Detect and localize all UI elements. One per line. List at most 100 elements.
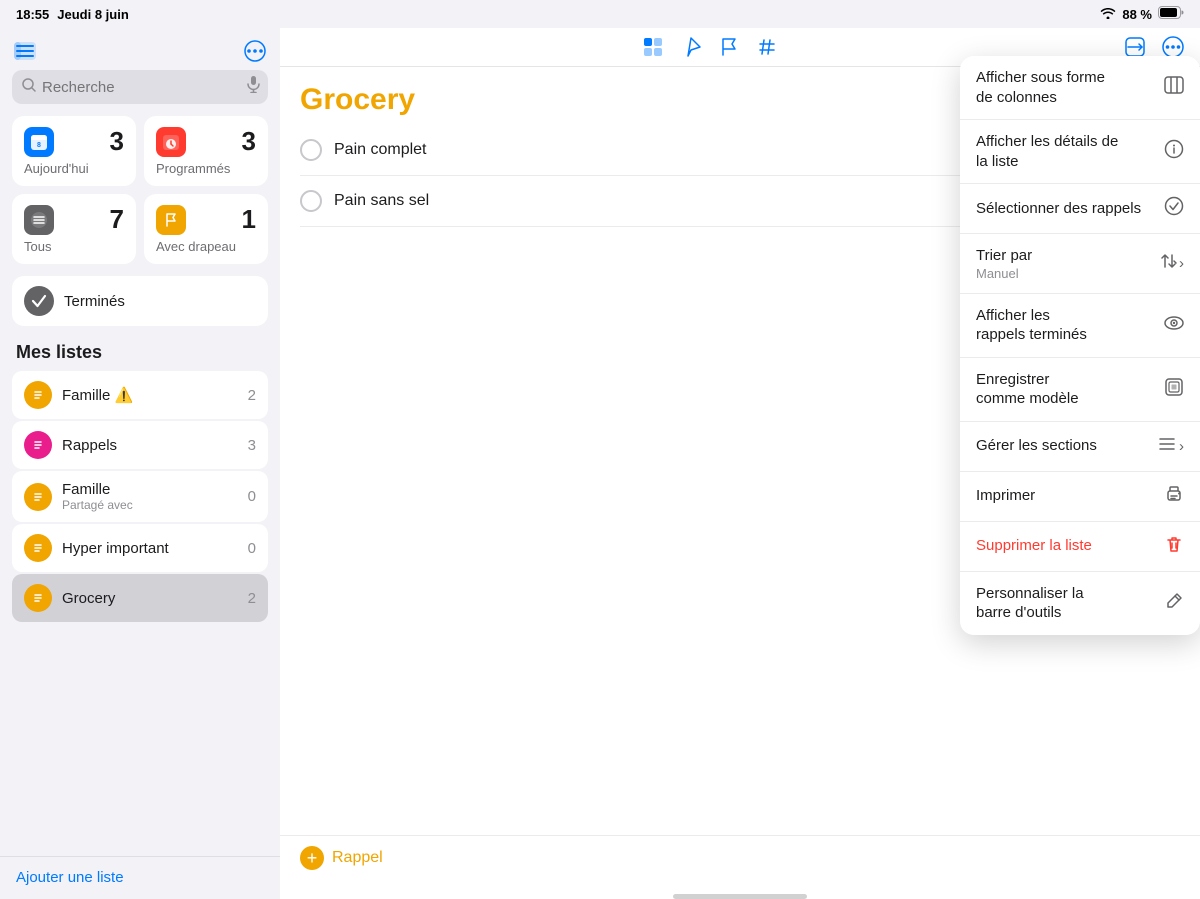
rappels-icon	[24, 431, 52, 459]
grocery-name: Grocery	[62, 590, 238, 607]
mic-icon	[247, 76, 260, 98]
dropdown-item-delete[interactable]: Supprimer la liste	[960, 522, 1200, 572]
scheduled-label: Programmés	[156, 161, 256, 176]
sidebar-toolbar	[0, 36, 280, 70]
add-reminder-label: Rappel	[332, 849, 383, 867]
search-bar[interactable]	[12, 70, 268, 104]
add-reminder-icon: +	[300, 846, 324, 870]
status-bar: 18:55 Jeudi 8 juin 88 %	[0, 0, 1200, 28]
termines-icon	[24, 286, 54, 316]
task-text-pain-complet: Pain complet	[334, 141, 427, 159]
termines-card[interactable]: Terminés	[12, 276, 268, 326]
sidebar-toggle-button[interactable]	[14, 42, 36, 60]
smart-card-today[interactable]: 8 3 Aujourd'hui	[12, 116, 136, 186]
famille-warn-name: Famille ⚠️	[62, 386, 238, 404]
scheduled-count: 3	[242, 126, 256, 157]
dropdown-menu: Afficher sous formede colonnes Afficher …	[960, 56, 1200, 635]
famille-shared-name: Famille	[62, 481, 238, 498]
rappels-name: Rappels	[62, 437, 238, 454]
dropdown-item-show-done[interactable]: Afficher lesrappels terminés	[960, 294, 1200, 358]
add-reminder-button[interactable]: + Rappel	[300, 846, 383, 870]
task-checkbox-pain-sans-sel[interactable]	[300, 190, 322, 212]
print-icon	[1164, 484, 1184, 509]
sections-icon	[1157, 434, 1177, 459]
save-model-label: Enregistrercomme modèle	[976, 370, 1156, 409]
hyper-important-count: 0	[248, 540, 256, 557]
columns-icon	[1164, 75, 1184, 100]
smart-card-flagged[interactable]: 1 Avec drapeau	[144, 194, 268, 264]
my-lists-header: Mes listes	[0, 338, 280, 371]
flag-button[interactable]	[718, 36, 740, 58]
add-list-button[interactable]: Ajouter une liste	[16, 869, 124, 886]
dropdown-item-save-model[interactable]: Enregistrercomme modèle	[960, 358, 1200, 422]
delete-icon	[1164, 534, 1184, 559]
details-icon	[1164, 139, 1184, 164]
list-row-hyper-important[interactable]: Hyper important 0	[12, 524, 268, 572]
grid-view-button[interactable]	[642, 36, 664, 58]
smart-card-scheduled[interactable]: 3 Programmés	[144, 116, 268, 186]
sections-chevron: ›	[1179, 438, 1184, 455]
show-done-label: Afficher lesrappels terminés	[976, 306, 1156, 345]
sidebar: 8 3 Aujourd'hui 3 Progra	[0, 28, 280, 899]
list-row-famille-shared[interactable]: Famille Partagé avec 0	[12, 471, 268, 522]
sort-chevron: ›	[1179, 255, 1184, 272]
battery-level: 88 %	[1122, 7, 1152, 22]
delete-label: Supprimer la liste	[976, 536, 1156, 556]
columns-label: Afficher sous formede colonnes	[976, 68, 1156, 107]
home-indicator	[673, 894, 807, 899]
today-label: Aujourd'hui	[24, 161, 124, 176]
famille-shared-sub: Partagé avec	[62, 498, 238, 512]
show-done-icon	[1164, 313, 1184, 338]
time: 18:55	[16, 7, 49, 22]
task-text-pain-sans-sel: Pain sans sel	[334, 192, 429, 210]
sort-sub: Manuel	[976, 266, 1149, 281]
smart-card-all[interactable]: 7 Tous	[12, 194, 136, 264]
sidebar-footer: Ajouter une liste	[0, 856, 280, 899]
grocery-count: 2	[248, 590, 256, 607]
share-button[interactable]	[1124, 36, 1146, 58]
dropdown-item-details[interactable]: Afficher les détails dela liste	[960, 120, 1200, 184]
hyper-important-icon	[24, 534, 52, 562]
grocery-icon	[24, 584, 52, 612]
select-label: Sélectionner des rappels	[976, 199, 1156, 219]
dropdown-item-sort[interactable]: Trier par Manuel ›	[960, 234, 1200, 294]
hyper-important-name: Hyper important	[62, 540, 238, 557]
list-items: Famille ⚠️ 2 Rappels 3	[0, 371, 280, 856]
search-input[interactable]	[42, 79, 241, 96]
svg-text:8: 8	[37, 142, 41, 149]
wifi-icon	[1100, 7, 1116, 22]
select-icon	[1164, 196, 1184, 221]
all-count: 7	[110, 204, 124, 235]
all-label: Tous	[24, 239, 124, 254]
battery-icon	[1158, 6, 1184, 22]
smart-lists: 8 3 Aujourd'hui 3 Progra	[0, 116, 280, 276]
dropdown-item-customize[interactable]: Personnaliser labarre d'outils	[960, 572, 1200, 635]
dropdown-item-sections[interactable]: Gérer les sections ›	[960, 422, 1200, 472]
famille-warn-icon	[24, 381, 52, 409]
sort-label: Trier par	[976, 246, 1149, 266]
search-icon	[22, 78, 36, 97]
termines-label: Terminés	[64, 293, 256, 310]
dropdown-item-print[interactable]: Imprimer	[960, 472, 1200, 522]
print-label: Imprimer	[976, 486, 1156, 506]
list-row-famille-warn[interactable]: Famille ⚠️ 2	[12, 371, 268, 419]
main-more-button[interactable]	[1162, 36, 1184, 58]
sidebar-more-button[interactable]	[244, 40, 266, 62]
list-row-rappels[interactable]: Rappels 3	[12, 421, 268, 469]
task-checkbox-pain-complet[interactable]	[300, 139, 322, 161]
rappels-count: 3	[248, 437, 256, 454]
save-model-icon	[1164, 377, 1184, 402]
dropdown-item-select[interactable]: Sélectionner des rappels	[960, 184, 1200, 234]
list-row-grocery[interactable]: Grocery 2	[12, 574, 268, 622]
sections-label: Gérer les sections	[976, 436, 1149, 456]
customize-label: Personnaliser labarre d'outils	[976, 584, 1156, 623]
location-button[interactable]	[680, 36, 702, 58]
details-label: Afficher les détails dela liste	[976, 132, 1156, 171]
date: Jeudi 8 juin	[57, 7, 129, 22]
main-footer: + Rappel	[280, 835, 1200, 890]
dropdown-item-columns[interactable]: Afficher sous formede colonnes	[960, 56, 1200, 120]
famille-shared-count: 0	[248, 488, 256, 505]
flagged-count: 1	[242, 204, 256, 235]
hashtag-button[interactable]	[756, 36, 778, 58]
today-count: 3	[110, 126, 124, 157]
